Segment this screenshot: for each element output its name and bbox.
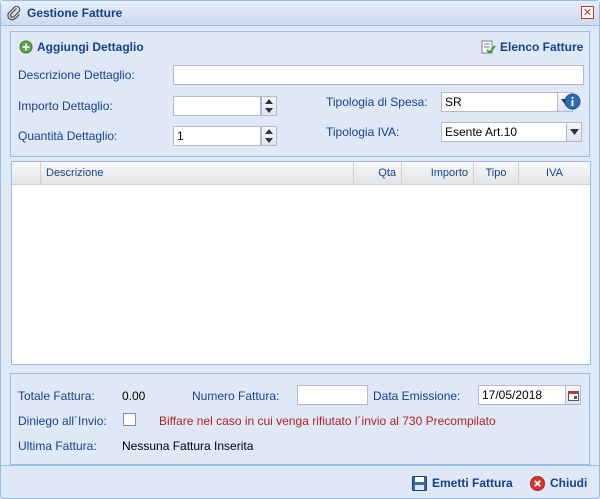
denial-note: Biffare nel caso in cui venga rifiutato …	[159, 414, 496, 428]
invoice-list-label: Elenco Fatture	[500, 40, 584, 54]
paperclip-icon	[7, 5, 21, 21]
quantity-label: Quantità Dettaglio:	[18, 129, 118, 143]
window-footer: Emetti Fattura Chiudi	[1, 465, 599, 499]
close-icon: ✕	[582, 7, 593, 19]
issue-date-label: Data Emissione:	[373, 389, 461, 403]
invoice-list-button[interactable]: Elenco Fatture	[480, 38, 583, 56]
quantity-down-button[interactable]	[262, 136, 276, 145]
denial-label: Diniego all´Invio:	[18, 414, 107, 428]
grid-header: Descrizione Qta Importo Tipo IVA	[12, 162, 590, 185]
column-header-importo[interactable]: Importo	[401, 162, 473, 184]
denial-checkbox[interactable]	[123, 413, 136, 426]
window-title: Gestione Fatture	[27, 6, 123, 20]
chevron-down-icon	[265, 108, 273, 113]
total-value: 0.00	[122, 389, 146, 403]
close-label: Chiudi	[550, 476, 588, 490]
vat-type-dropdown-button[interactable]	[566, 122, 582, 142]
quantity-input[interactable]	[173, 126, 261, 146]
invoice-summary-panel: Totale Fattura: 0.00 Numero Fattura: Dat…	[10, 373, 590, 465]
invoice-window: Gestione Fatture ✕ Aggiungi Dettaglio El…	[0, 0, 600, 499]
invoice-number-label: Numero Fattura:	[192, 389, 280, 403]
amount-label: Importo Dettaglio:	[18, 99, 113, 113]
close-window-button[interactable]: ✕	[581, 6, 594, 19]
info-icon[interactable]	[564, 93, 581, 110]
last-invoice-value: Nessuna Fattura Inserita	[122, 439, 254, 453]
amount-up-button[interactable]	[262, 97, 276, 106]
column-header-qta[interactable]: Qta	[353, 162, 401, 184]
column-header-iva[interactable]: IVA	[518, 162, 590, 184]
vat-type-select[interactable]	[441, 122, 567, 142]
last-invoice-label: Ultima Fattura:	[18, 439, 97, 453]
total-label: Totale Fattura:	[18, 389, 95, 403]
grid-row-number-header	[12, 162, 40, 184]
add-detail-button[interactable]: Aggiungi Dettaglio	[19, 38, 144, 56]
calendar-icon	[567, 390, 579, 401]
invoice-list-icon	[481, 40, 496, 54]
issue-invoice-button[interactable]: Emetti Fattura	[412, 474, 513, 492]
quantity-up-button[interactable]	[262, 127, 276, 136]
add-detail-label: Aggiungi Dettaglio	[37, 40, 144, 54]
amount-input[interactable]	[173, 96, 261, 116]
description-label: Descrizione Dettaglio:	[18, 68, 135, 82]
cancel-icon	[530, 475, 545, 491]
column-header-tipo[interactable]: Tipo	[473, 162, 518, 184]
window-titlebar[interactable]: Gestione Fatture ✕	[1, 1, 599, 26]
detail-form-panel: Aggiungi Dettaglio Elenco Fatture Descri…	[10, 31, 590, 157]
save-icon	[412, 475, 427, 491]
column-header-descrizione[interactable]: Descrizione	[40, 162, 353, 184]
vat-type-label: Tipologia IVA:	[326, 125, 400, 139]
chevron-down-icon	[265, 138, 273, 143]
expense-type-select[interactable]	[441, 92, 558, 112]
amount-down-button[interactable]	[262, 106, 276, 115]
chevron-up-icon	[265, 99, 273, 104]
invoice-number-input[interactable]	[297, 385, 368, 405]
issue-date-input[interactable]	[478, 385, 566, 405]
details-grid: Descrizione Qta Importo Tipo IVA	[11, 161, 591, 365]
expense-type-label: Tipologia di Spesa:	[326, 95, 428, 109]
description-input[interactable]	[173, 65, 584, 85]
chevron-up-icon	[265, 129, 273, 134]
add-icon	[19, 40, 33, 54]
amount-stepper[interactable]	[261, 96, 277, 116]
date-picker-button[interactable]	[565, 385, 581, 405]
quantity-stepper[interactable]	[261, 126, 277, 146]
issue-invoice-label: Emetti Fattura	[432, 476, 513, 490]
close-button[interactable]: Chiudi	[530, 474, 587, 492]
chevron-down-icon	[569, 129, 579, 135]
